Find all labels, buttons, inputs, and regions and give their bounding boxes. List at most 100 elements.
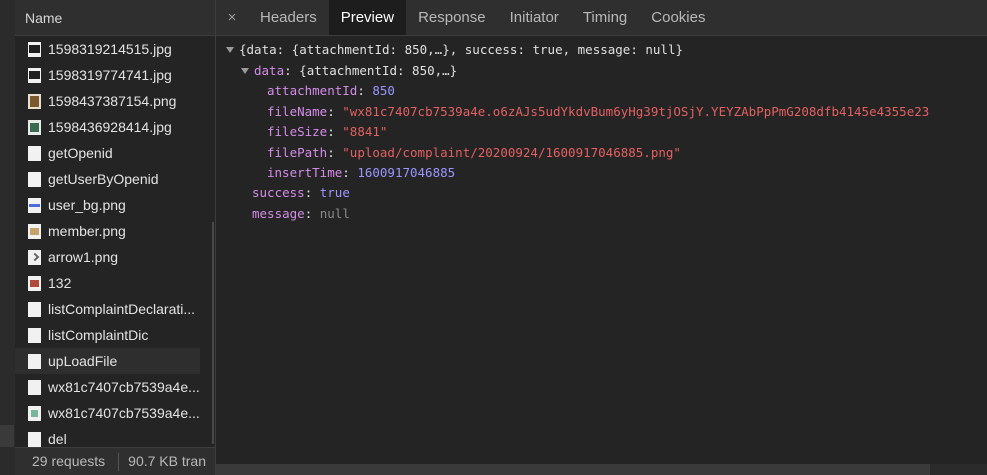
- network-status-bar: 29 requests 90.7 KB tran: [15, 447, 215, 475]
- request-row[interactable]: wx81c7407cb7539a4e...: [15, 374, 200, 400]
- image-dark-icon: [28, 41, 41, 57]
- json-key: message: [252, 206, 305, 221]
- request-row[interactable]: getOpenid: [15, 140, 200, 166]
- json-key: data: [254, 63, 285, 78]
- json-colon: :: [304, 185, 313, 200]
- json-value: true: [319, 185, 350, 200]
- status-divider: [118, 453, 120, 472]
- document-icon: [28, 327, 41, 343]
- detail-tab-bar: × Headers Preview Response Initiator Tim…: [216, 0, 987, 36]
- request-row[interactable]: 132: [15, 270, 200, 296]
- json-inserttime-line: insertTime: 1600917046885: [267, 163, 455, 183]
- expand-triangle-icon[interactable]: [226, 46, 234, 53]
- preview-horizontal-scrollbar-end: [930, 464, 987, 475]
- request-row[interactable]: listComplaintDeclarati...: [15, 296, 200, 322]
- json-filename-line: fileName: "wx81c7407cb7539a4e.o6zAJs5udY…: [267, 102, 929, 122]
- name-column-header[interactable]: Name: [15, 0, 215, 36]
- request-name: arrow1.png: [48, 249, 119, 265]
- request-detail-panel: × Headers Preview Response Initiator Tim…: [216, 0, 987, 475]
- request-row[interactable]: member.png: [15, 218, 200, 244]
- json-attachmentid-line: attachmentId: 850: [267, 81, 395, 101]
- request-list-scrollbar-thumb[interactable]: [212, 222, 214, 444]
- json-root-summary: {data: {attachmentId: 850,…}, success: t…: [239, 42, 684, 57]
- tab-response[interactable]: Response: [406, 0, 498, 35]
- image-green-icon: [28, 119, 41, 135]
- request-row[interactable]: 1598437387154.png: [15, 88, 200, 114]
- json-key: attachmentId: [267, 83, 358, 98]
- request-row-selected[interactable]: upLoadFile: [15, 348, 200, 374]
- json-key: success: [252, 185, 305, 200]
- request-name: del: [48, 431, 67, 447]
- request-name: getOpenid: [48, 145, 113, 161]
- request-name: listComplaintDeclarati...: [48, 301, 196, 317]
- request-count: 29 requests: [32, 453, 106, 469]
- request-row[interactable]: 1598319774741.jpg: [15, 62, 200, 88]
- json-value: null: [319, 206, 350, 221]
- request-name: getUserByOpenid: [48, 171, 159, 187]
- request-name: member.png: [48, 223, 126, 239]
- json-key: fileName: [267, 104, 328, 119]
- expand-triangle-icon[interactable]: [241, 67, 249, 74]
- arrow-image-icon: [28, 249, 41, 265]
- tab-timing[interactable]: Timing: [571, 0, 639, 35]
- request-name: 1598319774741.jpg: [48, 67, 172, 83]
- close-icon[interactable]: ×: [216, 0, 248, 35]
- json-filesize-line: fileSize: "8841": [267, 122, 387, 142]
- tab-preview[interactable]: Preview: [328, 0, 407, 35]
- json-message-line: message: null: [252, 204, 350, 224]
- transferred-size: 90.7 KB tran: [128, 453, 206, 469]
- request-name: listComplaintDic: [48, 327, 149, 343]
- document-icon: [28, 379, 41, 395]
- json-value: "8841": [342, 124, 388, 139]
- document-icon: [28, 353, 41, 369]
- request-name: 132: [48, 275, 72, 291]
- tab-cookies[interactable]: Cookies: [639, 0, 717, 35]
- json-key: fileSize: [267, 124, 328, 139]
- json-colon: :: [284, 63, 292, 78]
- json-colon: :: [357, 83, 365, 98]
- request-row[interactable]: wx81c7407cb7539a4e...: [15, 400, 200, 426]
- left-edge-strip: [0, 0, 15, 475]
- request-name: 1598436928414.jpg: [48, 119, 172, 135]
- json-root-line[interactable]: {data: {attachmentId: 850,…}, success: t…: [226, 40, 683, 60]
- request-list: 1598319214515.jpg 1598319774741.jpg 1598…: [15, 36, 200, 452]
- json-colon: :: [327, 145, 335, 160]
- json-value: 850: [372, 83, 395, 98]
- json-filepath-line: filePath: "upload/complaint/20200924/160…: [267, 143, 681, 163]
- request-name: wx81c7407cb7539a4e...: [48, 405, 200, 421]
- preview-horizontal-scrollbar[interactable]: [216, 464, 930, 475]
- document-icon: [28, 431, 41, 447]
- json-key: filePath: [267, 145, 328, 160]
- image-mint-icon: [28, 405, 41, 421]
- json-colon: :: [327, 104, 335, 119]
- document-icon: [28, 171, 41, 187]
- json-key: insertTime: [267, 165, 343, 180]
- document-icon: [28, 145, 41, 161]
- image-red-icon: [28, 275, 41, 291]
- request-name: 1598437387154.png: [48, 93, 177, 109]
- json-data-summary: {attachmentId: 850,…}: [299, 63, 458, 78]
- json-success-line: success: true: [252, 183, 350, 203]
- request-row[interactable]: getUserByOpenid: [15, 166, 200, 192]
- left-edge-mark: [0, 425, 14, 447]
- tab-headers[interactable]: Headers: [248, 0, 329, 35]
- json-data-line[interactable]: data: {attachmentId: 850,…}: [241, 61, 457, 81]
- tab-initiator[interactable]: Initiator: [498, 0, 571, 35]
- json-colon: :: [304, 206, 313, 221]
- request-name-panel: Name 1598319214515.jpg 1598319774741.jpg…: [15, 0, 216, 475]
- request-row[interactable]: arrow1.png: [15, 244, 200, 270]
- request-row[interactable]: 1598436928414.jpg: [15, 114, 200, 140]
- request-row[interactable]: user_bg.png: [15, 192, 200, 218]
- image-orange-icon: [28, 223, 41, 239]
- request-row[interactable]: listComplaintDic: [15, 322, 200, 348]
- json-value: "upload/complaint/20200924/1600917046885…: [342, 145, 681, 160]
- request-name: upLoadFile: [48, 353, 118, 369]
- request-name: wx81c7407cb7539a4e...: [48, 379, 200, 395]
- image-brown-icon: [28, 93, 41, 109]
- image-blue-icon: [28, 197, 41, 213]
- document-icon: [28, 301, 41, 317]
- request-row[interactable]: 1598319214515.jpg: [15, 36, 200, 62]
- json-colon: :: [327, 124, 335, 139]
- json-value: 1600917046885: [357, 165, 456, 180]
- request-name: 1598319214515.jpg: [48, 41, 172, 57]
